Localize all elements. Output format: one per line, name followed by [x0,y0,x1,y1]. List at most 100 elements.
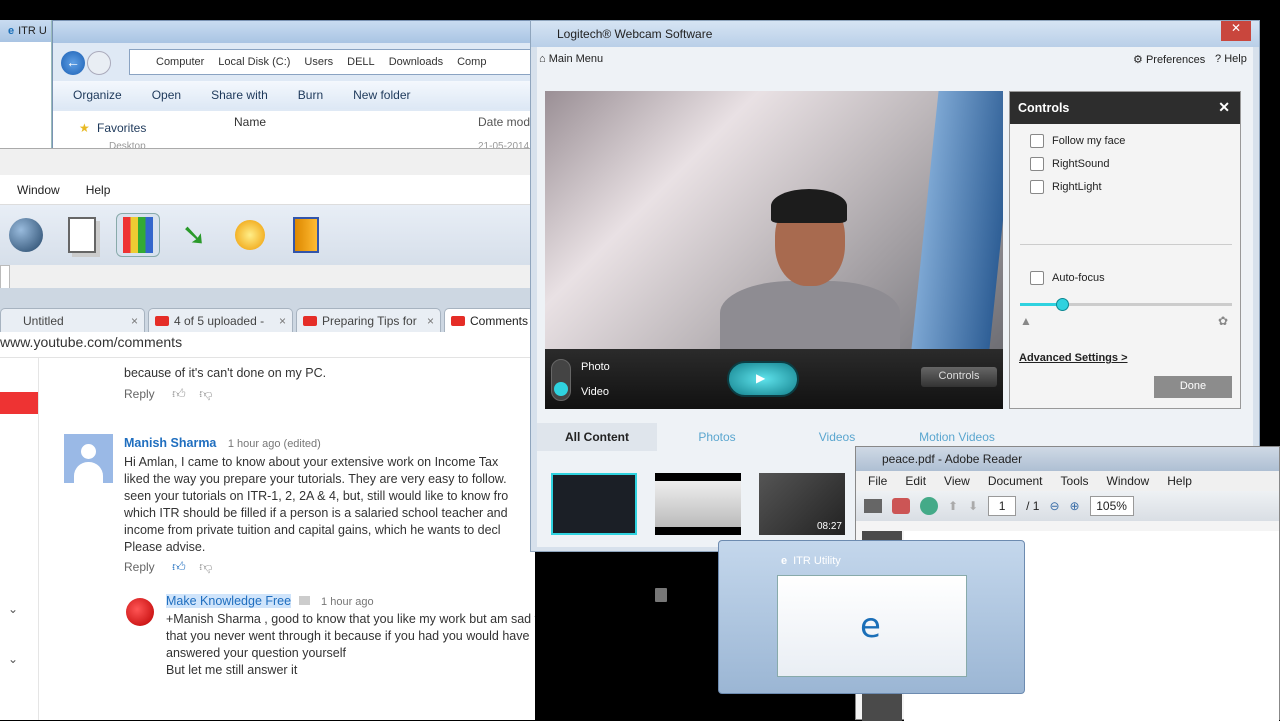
menu-file[interactable]: File [868,474,887,488]
comment-author[interactable]: Manish Sharma [124,436,216,450]
zoom-out-icon[interactable]: ⊖ [1049,499,1059,513]
photo-label[interactable]: Photo [581,361,610,373]
media-thumbnail[interactable] [551,473,637,535]
explorer-titlebar[interactable] [53,21,534,43]
help-label: Help [1224,53,1247,65]
itr-window-fragment[interactable]: e ITR U [0,20,52,155]
chevron-down-icon[interactable]: ⌄ [8,602,18,616]
browser-window[interactable]: Untitled × 4 of 5 uploaded - × Preparing T… [0,288,535,720]
main-menu-button[interactable]: ⌂ Main Menu [539,53,603,65]
menu-view[interactable]: View [944,474,970,488]
sidebar-red-block[interactable] [0,392,38,414]
thumb-down-icon[interactable]: 👎︎ [199,559,212,574]
back-button[interactable]: ← [61,51,85,75]
rightlight-checkbox[interactable]: RightLight [1030,180,1102,194]
zoom-in-icon[interactable]: ⊕ [1070,499,1080,513]
copy-documents-icon[interactable] [60,213,104,257]
breadcrumb-dell[interactable]: DELL [347,56,375,68]
menu-edit[interactable]: Edit [905,474,926,488]
page-down-icon[interactable]: ⬇ [968,499,978,513]
preferences-button[interactable]: ⚙ Preferences [1133,53,1205,66]
media-thumbnail[interactable] [655,473,741,535]
exit-door-icon[interactable] [284,213,328,257]
col-date-header[interactable]: Date modi [478,115,533,129]
pdf-tools-icon[interactable] [892,498,910,514]
col-name-header[interactable]: Name [234,115,266,129]
reader-titlebar[interactable]: peace.pdf - Adobe Reader [856,447,1279,471]
chevron-down-icon[interactable]: ⌄ [8,652,18,666]
share-with-button[interactable]: Share with [211,88,268,102]
menu-help[interactable]: Help [86,183,111,197]
logitech-titlebar[interactable]: Logitech® Webcam Software [531,21,1259,47]
globe-search-icon[interactable] [4,213,48,257]
photo-video-toggle[interactable] [551,359,571,401]
open-button[interactable]: Open [152,88,181,102]
help-button[interactable]: ? Help [1215,53,1247,65]
download-arrow-icon[interactable]: ➘ [172,213,216,257]
close-window-icon[interactable]: ✕ [1221,21,1251,41]
itr-utility-preview[interactable]: e ITR Utility e [718,540,1025,694]
zoom-select[interactable]: 105% [1089,496,1134,516]
advanced-settings-link[interactable]: Advanced Settings > [1019,352,1128,364]
tab-untitled[interactable]: Untitled × [0,308,145,332]
close-icon[interactable]: ✕ [1218,99,1230,116]
video-label[interactable]: Video [581,386,609,398]
utility-app-window[interactable]: Window Help ➘ [0,148,535,289]
organize-button[interactable]: Organize [73,88,122,102]
tab-uploaded[interactable]: 4 of 5 uploaded - × [148,308,293,332]
tab-preparing-tips[interactable]: Preparing Tips for × [296,308,441,332]
address-bar[interactable]: Computer Local Disk (C:) Users DELL Down… [129,49,534,75]
print-icon[interactable] [864,499,882,513]
comment-author[interactable]: Make Knowledge Free [166,594,292,608]
tab-comments[interactable]: Comments - [444,308,534,332]
menu-tools[interactable]: Tools [1061,474,1089,488]
focus-slider[interactable] [1020,298,1232,311]
breadcrumb-computer[interactable]: Computer [156,56,204,68]
breadcrumb-disk[interactable]: Local Disk (C:) [218,56,290,68]
close-tab-icon[interactable]: × [279,314,286,328]
reply-button[interactable]: Reply [124,560,155,574]
favorites-label[interactable]: Favorites [97,121,146,135]
burn-button[interactable]: Burn [298,88,323,102]
autofocus-checkbox[interactable]: Auto-focus [1030,271,1105,285]
new-folder-button[interactable]: New folder [353,88,410,102]
itr-preview-thumbnail[interactable]: e [777,575,967,677]
breadcrumb-users[interactable]: Users [304,56,333,68]
explorer-window[interactable]: ← Computer Local Disk (C:) Users DELL Do… [52,20,535,155]
page-up-icon[interactable]: ⬆ [948,499,958,513]
tab-photos[interactable]: Photos [657,423,777,451]
done-button[interactable]: Done [1154,376,1232,398]
reply-button[interactable]: Reply [124,387,155,401]
apple-avatar[interactable] [126,598,154,626]
itr-titlebar[interactable]: e ITR U [0,20,51,42]
globe-icon[interactable] [920,497,938,515]
close-tab-icon[interactable]: × [427,314,434,328]
tab-all-content[interactable]: All Content [537,423,657,451]
menu-window[interactable]: Window [17,183,60,197]
forward-button[interactable] [87,51,111,75]
comment-time[interactable]: 1 hour ago [321,596,374,608]
menu-window[interactable]: Window [1107,474,1150,488]
media-thumbnail[interactable]: 08:27 [759,473,845,535]
bulb-icon[interactable] [228,213,272,257]
record-button[interactable]: ▶ [727,361,799,397]
thumb-up-icon[interactable]: 👍︎ [172,386,186,401]
breadcrumb-downloads[interactable]: Downloads [389,56,443,68]
close-tab-icon[interactable]: × [131,314,138,328]
menu-document[interactable]: Document [988,474,1043,488]
breadcrumb-comp[interactable]: Comp [457,56,486,68]
comment-time[interactable]: 1 hour ago (edited) [228,438,321,450]
url-bar[interactable]: www.youtube.com/comments [0,332,535,358]
trash-icon[interactable] [655,588,667,602]
focus-slider-knob[interactable] [1056,298,1070,311]
thumb-down-icon[interactable]: 👎︎ [199,386,212,401]
thumb-up-icon[interactable]: 👍︎ [172,559,186,574]
controls-button[interactable]: Controls [921,367,997,387]
rightsound-checkbox[interactable]: RightSound [1030,157,1110,171]
follow-face-checkbox[interactable]: Follow my face [1030,134,1125,148]
page-number-input[interactable]: 1 [988,496,1017,516]
menu-help[interactable]: Help [1167,474,1192,488]
avatar[interactable] [64,434,113,483]
pencils-icon[interactable] [116,213,160,257]
app-status-field[interactable] [0,265,10,289]
